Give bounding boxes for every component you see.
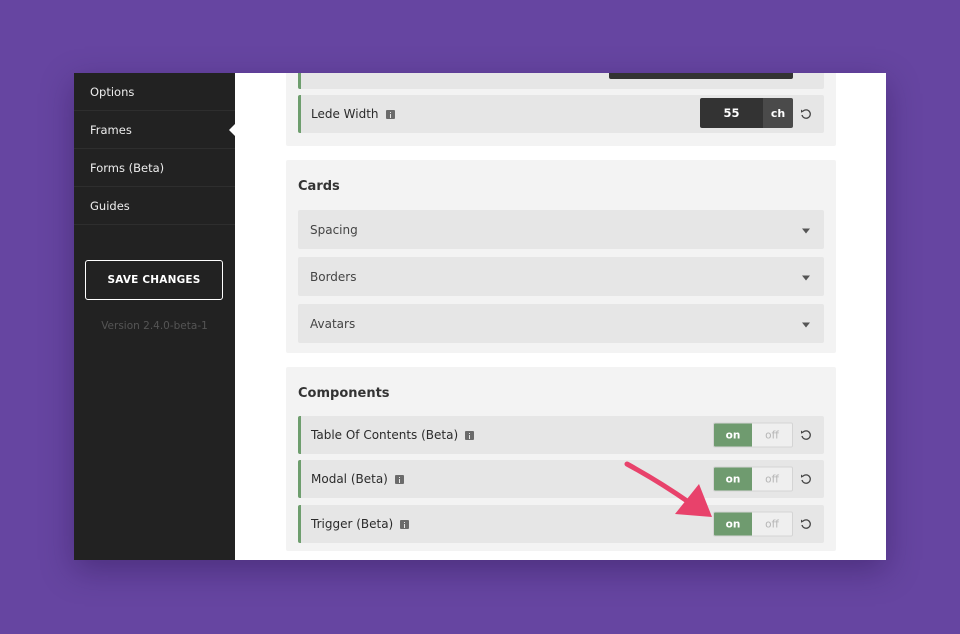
cards-spacing-row[interactable]: Spacing xyxy=(298,210,824,249)
lede-width-row: Lede Width 55 ch xyxy=(298,95,824,133)
modal-label: Modal (Beta) xyxy=(301,472,404,486)
toggle-off-button[interactable]: off xyxy=(752,467,792,491)
chevron-down-icon xyxy=(802,228,810,233)
chevron-down-icon xyxy=(802,275,810,280)
table-of-contents-toggle[interactable]: on off xyxy=(713,422,793,448)
cards-avatars-row[interactable]: Avatars xyxy=(298,304,824,343)
typography-section: Lede Width 55 ch xyxy=(286,73,836,146)
toggle-off-button[interactable]: off xyxy=(752,423,792,447)
cards-avatars-label: Avatars xyxy=(310,316,356,331)
table-of-contents-label: Table Of Contents (Beta) xyxy=(301,428,475,442)
sidebar: Options Frames Forms (Beta) Guides SAVE … xyxy=(74,73,235,560)
components-title: Components xyxy=(298,386,390,401)
reset-icon[interactable] xyxy=(800,108,812,120)
lede-width-label: Lede Width xyxy=(301,107,395,121)
reset-icon[interactable] xyxy=(800,473,812,485)
table-of-contents-row: Table Of Contents (Beta) on off xyxy=(298,416,824,454)
cards-spacing-label: Spacing xyxy=(310,222,358,237)
main-panel: Lede Width 55 ch Cards Spacing Borders A… xyxy=(235,73,886,560)
modal-toggle[interactable]: on off xyxy=(713,466,793,492)
lede-width-unit: ch xyxy=(763,98,793,128)
app-window: Options Frames Forms (Beta) Guides SAVE … xyxy=(74,73,886,560)
modal-label-text: Modal (Beta) xyxy=(311,472,388,486)
sidebar-item-guides[interactable]: Guides xyxy=(74,187,235,225)
table-of-contents-label-text: Table Of Contents (Beta) xyxy=(311,428,459,442)
sidebar-item-frames[interactable]: Frames xyxy=(74,111,235,149)
trigger-label: Trigger (Beta) xyxy=(301,517,410,531)
modal-row: Modal (Beta) on off xyxy=(298,460,824,498)
trigger-row: Trigger (Beta) on off xyxy=(298,505,824,543)
info-icon[interactable] xyxy=(394,474,404,484)
components-section: Components Table Of Contents (Beta) on o… xyxy=(286,367,836,551)
toggle-off-button[interactable]: off xyxy=(752,512,792,536)
cards-section: Cards Spacing Borders Avatars xyxy=(286,160,836,353)
info-icon[interactable] xyxy=(400,519,410,529)
reset-icon[interactable] xyxy=(800,429,812,441)
toggle-on-button[interactable]: on xyxy=(714,467,753,491)
cards-title: Cards xyxy=(298,179,340,194)
cards-borders-row[interactable]: Borders xyxy=(298,257,824,296)
lede-width-value[interactable]: 55 xyxy=(700,98,763,128)
info-icon[interactable] xyxy=(385,109,395,119)
reset-icon[interactable] xyxy=(800,518,812,530)
version-text: Version 2.4.0-beta-1 xyxy=(101,320,208,332)
cut-off-input[interactable] xyxy=(609,73,793,79)
cut-off-row xyxy=(298,73,824,89)
toggle-on-button[interactable]: on xyxy=(714,512,753,536)
chevron-down-icon xyxy=(802,322,810,327)
sidebar-item-forms[interactable]: Forms (Beta) xyxy=(74,149,235,187)
save-changes-button[interactable]: SAVE CHANGES xyxy=(85,260,223,300)
toggle-on-button[interactable]: on xyxy=(714,423,753,447)
cards-borders-label: Borders xyxy=(310,269,357,284)
info-icon[interactable] xyxy=(465,430,475,440)
trigger-toggle[interactable]: on off xyxy=(713,511,793,537)
sidebar-item-options[interactable]: Options xyxy=(74,73,235,111)
lede-width-label-text: Lede Width xyxy=(311,107,379,121)
trigger-label-text: Trigger (Beta) xyxy=(311,517,394,531)
lede-width-input[interactable]: 55 ch xyxy=(700,98,793,128)
